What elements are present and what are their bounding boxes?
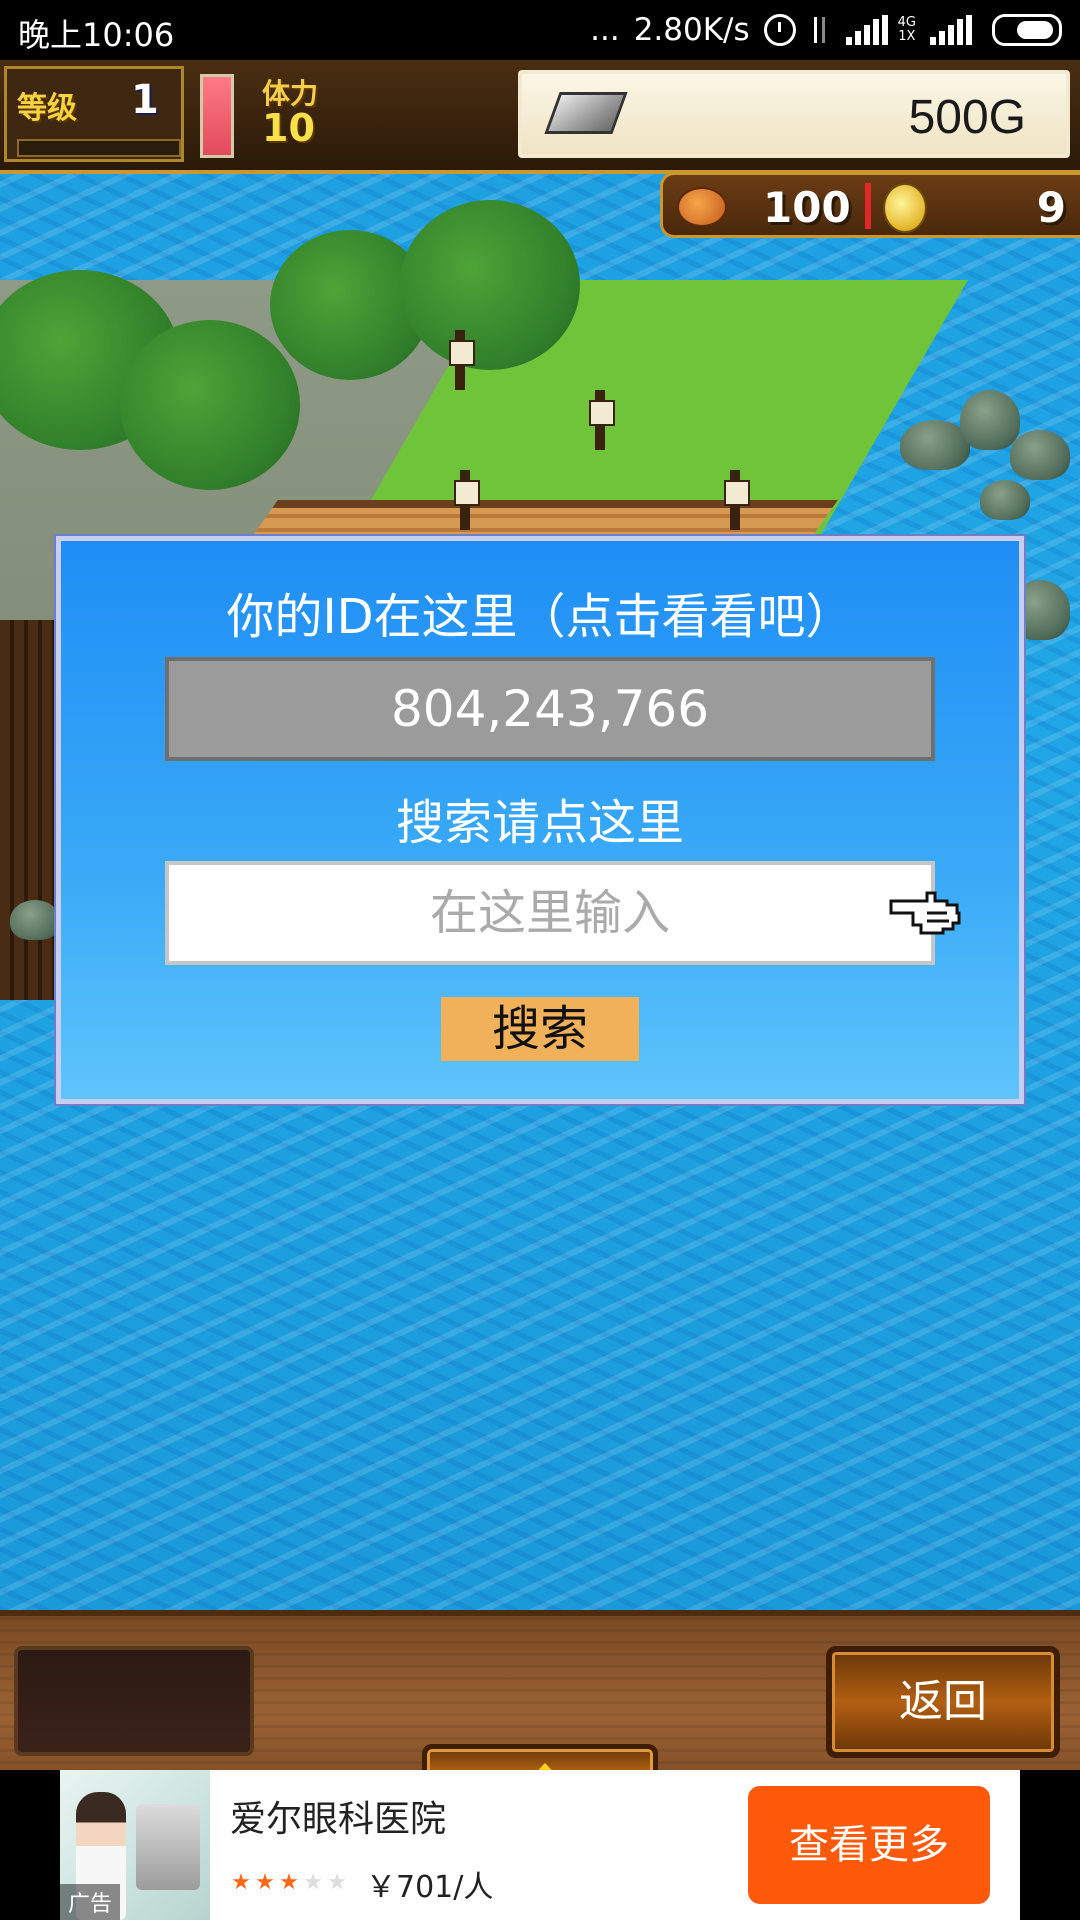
network-type-label: 4G 1X (898, 16, 916, 44)
rock (960, 390, 1020, 450)
food-value: 100 (763, 183, 851, 232)
level-progress-bar (17, 139, 181, 157)
coin-icon (883, 183, 927, 233)
lantern (454, 470, 480, 530)
see-more-button[interactable]: 查看更多 (748, 1786, 990, 1904)
signal-icon (845, 15, 894, 45)
back-button[interactable]: 返回 (826, 1646, 1060, 1758)
pointing-hand-icon (889, 891, 961, 935)
eye-exam-machine (136, 1804, 200, 1890)
status-right-group: ... 2.80K/s 4G 1X (590, 8, 1062, 52)
coin-value: 9 (1036, 183, 1066, 232)
empty-slot (14, 1646, 254, 1756)
resource-panel: 100 9 (660, 172, 1080, 238)
network-type: 4G (897, 15, 916, 30)
ad-tag: 广告 (60, 1884, 121, 1920)
status-dots: ... (590, 12, 620, 48)
silver-bar-icon (544, 92, 628, 134)
tree (400, 200, 580, 370)
top-hud: 等级 1 体力 10 500G (0, 60, 1080, 174)
lantern (449, 330, 475, 390)
stamina-gauge-fill (203, 77, 231, 155)
rock (1010, 430, 1070, 480)
dialog-title: 你的ID在这里（点击看看吧） (226, 589, 854, 645)
tree (120, 320, 300, 490)
money-value: 500G (908, 91, 1026, 144)
star-icon: ★ (303, 1870, 323, 1895)
sim1-signal-group: 4G 1X (845, 15, 916, 45)
search-input[interactable] (165, 861, 935, 965)
star-icon: ★ (327, 1870, 347, 1895)
player-id-field[interactable]: 804,243,766 (165, 657, 935, 761)
level-label: 等级 (17, 91, 77, 126)
data-transfer-icon (810, 15, 832, 45)
star-icon: ★ (231, 1870, 251, 1895)
status-bar: 晚上10:06 ... 2.80K/s 4G 1X (0, 0, 1080, 60)
level-value: 1 (131, 77, 159, 123)
money-panel: 500G (518, 70, 1070, 158)
stamina-gauge (200, 74, 234, 158)
up-arrow-icon (513, 1763, 577, 1770)
level-panel: 等级 1 (4, 66, 184, 162)
status-time: 晚上10:06 (18, 16, 175, 54)
resource-divider (865, 183, 871, 229)
ad-thumbnail[interactable]: 广告 (60, 1770, 210, 1920)
star-icon: ★ (255, 1870, 275, 1895)
net-speed: 2.80K/s (633, 12, 750, 48)
bottom-toolbar: 返回 (0, 1610, 1080, 1770)
ad-banner[interactable]: 广告 爱尔眼科医院 ★ ★ ★ ★ ★ ￥701/人 查看更多 (0, 1770, 1080, 1920)
food-icon (677, 187, 727, 227)
star-icon: ★ (279, 1870, 299, 1895)
ad-price: ￥701/人 (366, 1870, 494, 1905)
rock (980, 480, 1030, 520)
id-search-dialog: 你的ID在这里（点击看看吧） 804,243,766 搜索请点这里 搜索 (56, 536, 1024, 1104)
sim-label: 1X (898, 29, 916, 44)
ad-content[interactable]: 广告 爱尔眼科医院 ★ ★ ★ ★ ★ ￥701/人 查看更多 (60, 1770, 1020, 1920)
search-button[interactable]: 搜索 (441, 997, 639, 1061)
game-screen[interactable]: 等级 1 体力 10 500G 100 9 你的ID在这里（点击看看吧） 804… (0, 60, 1080, 1770)
ad-title[interactable]: 爱尔眼科医院 (230, 1790, 446, 1842)
stamina-value: 10 (262, 106, 315, 150)
lantern (724, 470, 750, 530)
search-label: 搜索请点这里 (395, 795, 684, 851)
rock (10, 900, 60, 940)
scroll-up-button[interactable] (422, 1744, 658, 1770)
signal-icon (930, 15, 978, 45)
ad-rating-stars: ★ ★ ★ ★ ★ (230, 1872, 348, 1894)
battery-icon (992, 14, 1062, 46)
lantern (589, 390, 615, 450)
alarm-icon (763, 14, 796, 46)
